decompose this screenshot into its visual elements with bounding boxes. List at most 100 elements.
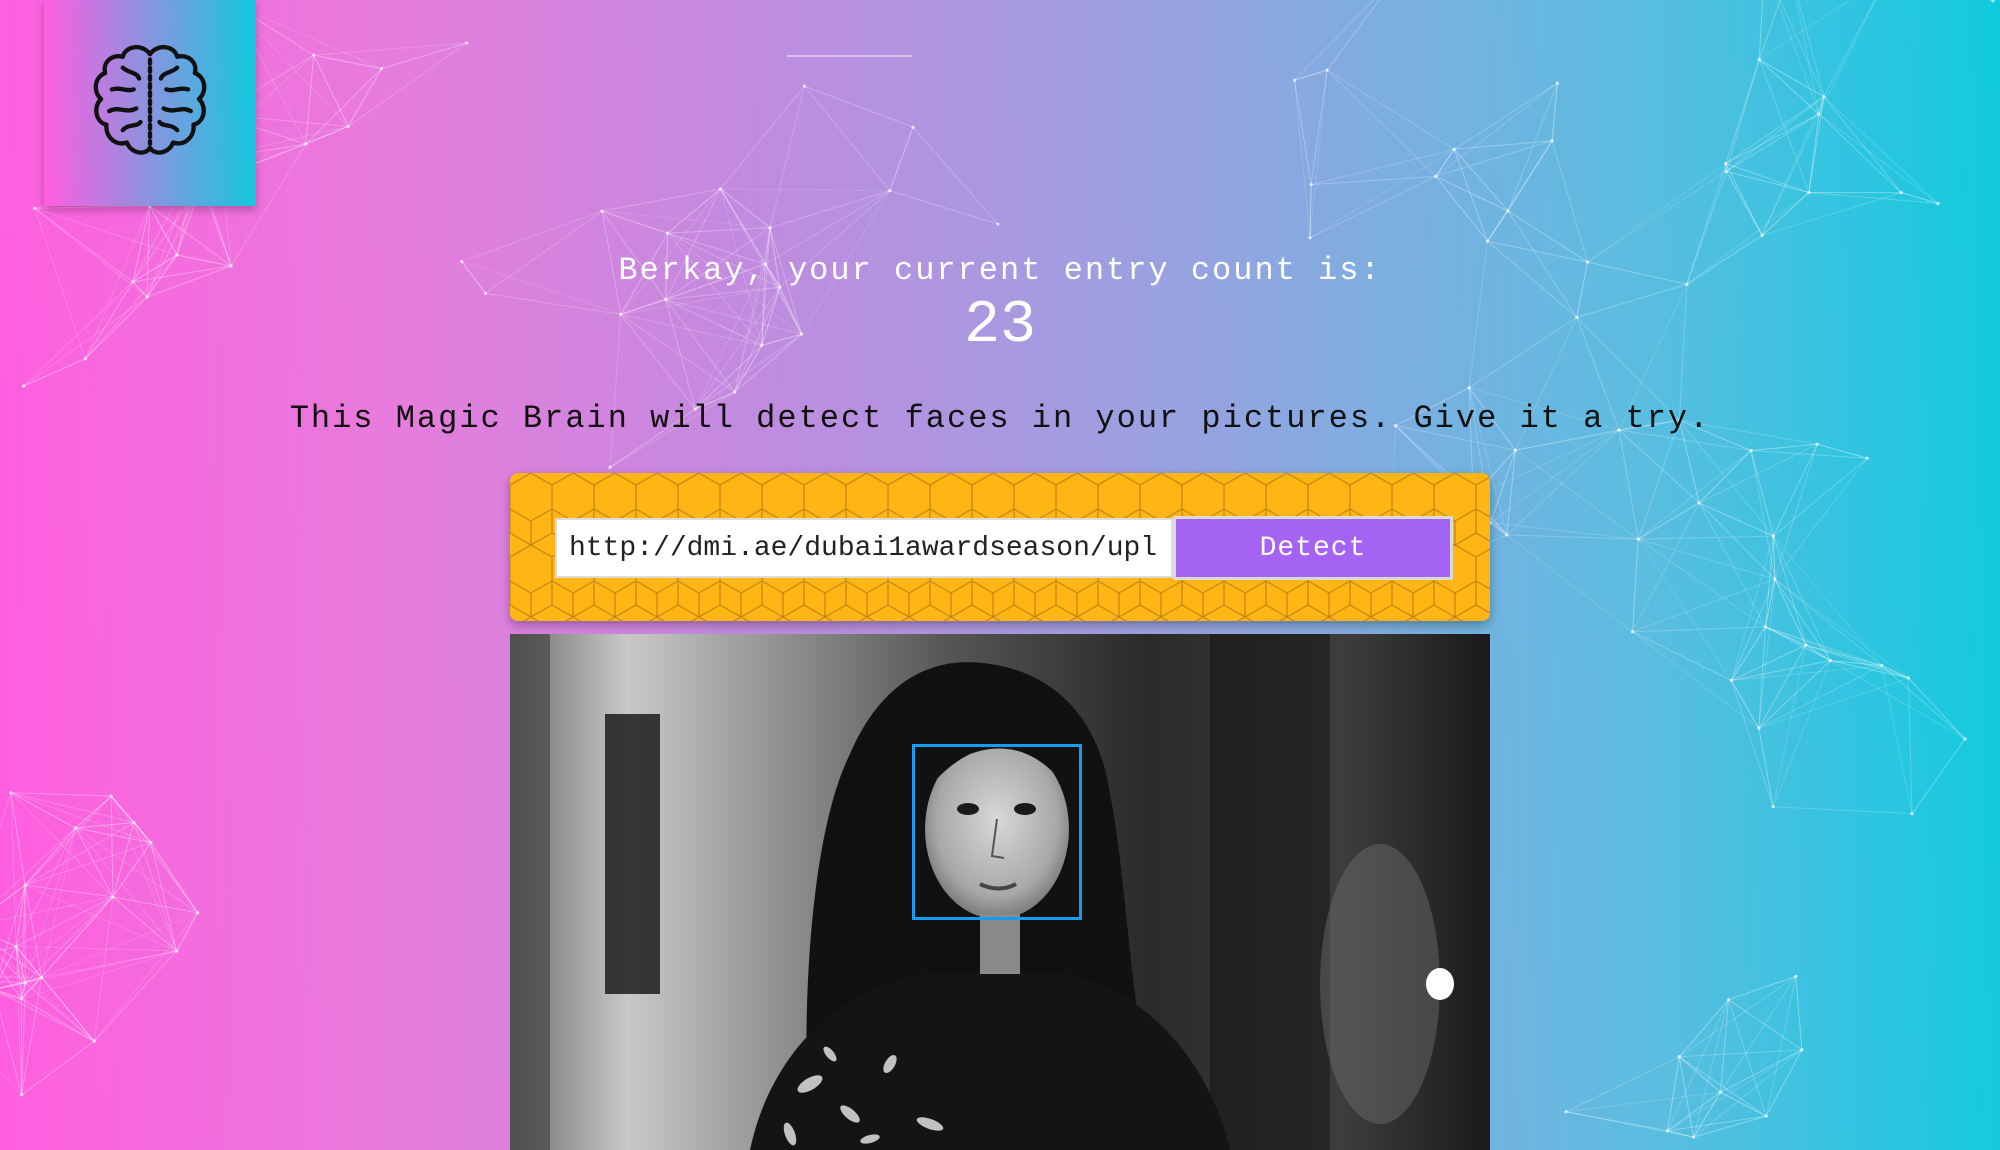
network-node — [733, 390, 737, 394]
network-node — [888, 189, 892, 193]
network-link — [24, 896, 114, 984]
network-link — [720, 188, 771, 229]
network-node — [802, 84, 807, 88]
network-link — [1758, 0, 1781, 60]
network-link — [1637, 538, 1732, 681]
network-link — [1730, 578, 1776, 681]
network-link — [1720, 976, 1797, 1093]
network-link — [1779, 0, 1825, 97]
network-node — [1308, 236, 1312, 240]
face-bounding-box — [912, 744, 1082, 920]
network-link — [10, 792, 112, 797]
network-link — [93, 912, 199, 1042]
network-link — [1309, 148, 1455, 239]
network-node — [92, 1039, 96, 1043]
network-node — [1822, 95, 1826, 99]
network-node — [1452, 147, 1456, 151]
network-node — [1771, 805, 1775, 809]
network-link — [1507, 140, 1553, 212]
network-link — [1667, 1130, 1694, 1138]
network-link — [305, 68, 382, 145]
network-link — [1310, 70, 1328, 185]
network-node — [312, 53, 316, 57]
network-link — [889, 127, 914, 191]
network-link — [1772, 535, 1831, 661]
network-link — [313, 54, 349, 127]
network-link — [16, 945, 177, 952]
network-node — [304, 142, 308, 146]
network-link — [313, 54, 382, 70]
network-link — [0, 1072, 23, 1096]
network-link — [1326, 69, 1437, 177]
network-node — [608, 465, 612, 469]
network-link — [0, 792, 12, 830]
network-link — [21, 1040, 95, 1096]
network-link — [889, 190, 998, 225]
image-url-input[interactable] — [555, 518, 1173, 578]
network-node — [1729, 678, 1733, 683]
network-link — [1310, 148, 1455, 186]
network-link — [1453, 82, 1558, 150]
network-link — [10, 792, 76, 829]
logo-card[interactable] — [44, 0, 256, 206]
network-node — [1485, 239, 1490, 243]
network-link — [93, 896, 114, 1042]
network-link — [150, 842, 199, 914]
network-link — [1435, 176, 1488, 242]
network-link — [1818, 113, 1939, 204]
network-link — [1772, 443, 1818, 537]
network-link — [1728, 999, 1767, 1117]
network-node — [23, 981, 27, 985]
network-link — [75, 827, 177, 952]
network-node — [1991, 0, 1995, 3]
network-link — [1698, 443, 1818, 504]
network-link — [1453, 148, 1509, 212]
network-link — [1765, 976, 1797, 1117]
network-link — [21, 896, 114, 1000]
network-node — [1757, 57, 1761, 62]
brain-icon — [93, 45, 207, 155]
entry-count-greeting: Berkay, your current entry count is: — [618, 252, 1382, 289]
network-link — [21, 998, 95, 1042]
network-link — [1823, 0, 1876, 97]
network-node — [666, 231, 670, 235]
network-node — [1325, 68, 1329, 72]
network-node — [1724, 169, 1728, 173]
network-node — [1906, 676, 1911, 680]
network-link — [1632, 631, 1732, 681]
network-link — [1911, 738, 1966, 814]
network-link — [1731, 665, 1882, 681]
network-link — [1774, 444, 1818, 580]
detect-button[interactable]: Detect — [1173, 516, 1453, 580]
network-link — [1758, 660, 1831, 729]
network-link — [1551, 140, 1589, 263]
network-link — [1728, 975, 1796, 1001]
network-node — [718, 187, 723, 191]
network-link — [0, 884, 26, 905]
network-link — [1667, 1056, 1680, 1131]
network-node — [1555, 81, 1559, 85]
network-link — [1632, 539, 1639, 632]
network-node — [1794, 974, 1798, 978]
detected-image — [510, 634, 1490, 1150]
network-node — [1760, 233, 1764, 237]
network-link — [1698, 502, 1774, 537]
network-node — [1800, 1048, 1804, 1052]
network-node — [1899, 191, 1903, 195]
network-link — [1728, 999, 1803, 1051]
network-node — [1434, 174, 1438, 179]
network-link — [1720, 1049, 1803, 1093]
network-link — [1618, 429, 1639, 540]
network-node — [1963, 737, 1967, 741]
network-node — [14, 944, 18, 948]
network-node — [1292, 78, 1297, 82]
network-link — [1637, 450, 1752, 540]
network-node — [1763, 625, 1768, 629]
network-link — [75, 827, 198, 914]
image-link-form: Detect — [510, 473, 1490, 621]
network-link — [21, 950, 177, 1000]
network-link — [1795, 976, 1803, 1050]
network-node — [996, 222, 1000, 226]
network-node — [600, 209, 604, 213]
network-link — [1698, 502, 1766, 628]
